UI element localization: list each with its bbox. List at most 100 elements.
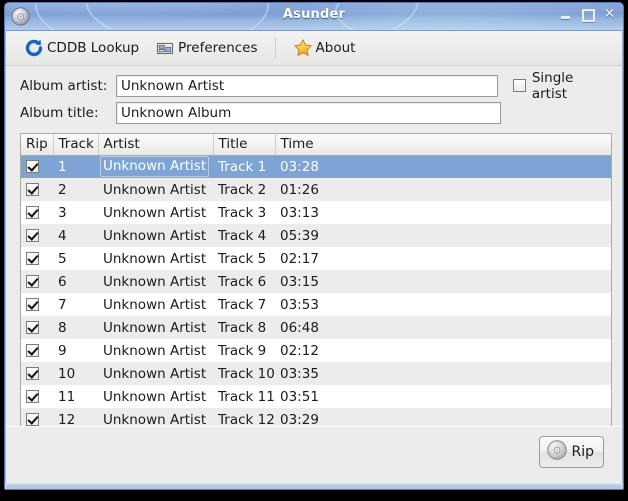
title-cell[interactable]: Track 2 (213, 178, 275, 201)
artist-cell[interactable]: Unknown Artist (98, 224, 213, 247)
track-list[interactable]: Rip Track Artist Title Time 1 Unknown Art… (20, 133, 612, 431)
artist-cell[interactable]: Unknown Artist (98, 270, 213, 293)
rip-checkbox-cell[interactable] (21, 385, 53, 408)
table-row[interactable]: 7 Unknown Artist Track 7 03:53 (21, 293, 611, 316)
rip-checkbox-cell[interactable] (21, 362, 53, 385)
artist-cell[interactable]: Unknown Artist (98, 155, 213, 178)
track-number-cell[interactable]: 2 (53, 178, 98, 201)
rip-checkbox-cell[interactable] (21, 316, 53, 339)
track-number-cell[interactable]: 6 (53, 270, 98, 293)
table-row[interactable]: 11 Unknown Artist Track 11 03:51 (21, 385, 611, 408)
artist-cell[interactable]: Unknown Artist (98, 362, 213, 385)
title-cell[interactable]: Track 6 (213, 270, 275, 293)
rip-checkbox-cell[interactable] (21, 155, 53, 178)
artist-cell[interactable]: Unknown Artist (98, 201, 213, 224)
title-cell[interactable]: Track 8 (213, 316, 275, 339)
about-label: About (315, 40, 356, 56)
title-cell[interactable]: Track 9 (213, 339, 275, 362)
title-cell[interactable]: Track 5 (213, 247, 275, 270)
cddb-lookup-button[interactable]: CDDB Lookup (18, 35, 145, 61)
column-header-rip[interactable]: Rip (21, 134, 54, 156)
track-number-cell[interactable]: 8 (53, 316, 98, 339)
artist-cell[interactable]: Unknown Artist (98, 385, 213, 408)
time-cell[interactable]: 05:39 (275, 224, 611, 247)
rip-checkbox[interactable] (26, 206, 39, 219)
title-cell[interactable]: Track 3 (213, 201, 275, 224)
window-resize-grip[interactable] (5, 484, 623, 489)
rip-checkbox[interactable] (26, 229, 39, 242)
table-row[interactable]: 1 Unknown Artist Track 1 03:28 (21, 155, 611, 178)
track-number-cell[interactable]: 3 (53, 201, 98, 224)
rip-checkbox[interactable] (26, 275, 39, 288)
table-row[interactable]: 5 Unknown Artist Track 5 02:17 (21, 247, 611, 270)
table-row[interactable]: 8 Unknown Artist Track 8 06:48 (21, 316, 611, 339)
time-cell[interactable]: 03:13 (275, 201, 611, 224)
track-number-cell[interactable]: 11 (53, 385, 98, 408)
title-cell[interactable]: Track 10 (213, 362, 275, 385)
single-artist-checkbox-box[interactable] (512, 79, 526, 92)
table-row[interactable]: 9 Unknown Artist Track 9 02:12 (21, 339, 611, 362)
table-row[interactable]: 10 Unknown Artist Track 10 03:35 (21, 362, 611, 385)
time-cell[interactable]: 03:15 (275, 270, 611, 293)
time-cell[interactable]: 03:51 (275, 385, 611, 408)
rip-button[interactable]: Rip (539, 436, 604, 468)
rip-checkbox[interactable] (26, 344, 39, 357)
rip-checkbox-cell[interactable] (21, 270, 53, 293)
column-header-track[interactable]: Track (53, 134, 99, 156)
artist-cell[interactable]: Unknown Artist (98, 178, 213, 201)
artist-cell[interactable]: Unknown Artist (98, 316, 213, 339)
time-cell[interactable]: 06:48 (275, 316, 611, 339)
rip-checkbox-cell[interactable] (21, 201, 53, 224)
column-header-artist[interactable]: Artist (98, 134, 214, 156)
track-number-cell[interactable]: 4 (53, 224, 98, 247)
rip-checkbox[interactable] (26, 390, 39, 403)
rip-checkbox-cell[interactable] (21, 224, 53, 247)
single-artist-checkbox[interactable]: Single artist (512, 70, 612, 102)
rip-checkbox-cell[interactable] (21, 178, 53, 201)
rip-checkbox[interactable] (26, 252, 39, 265)
artist-cell[interactable]: Unknown Artist (98, 339, 213, 362)
rip-checkbox-cell[interactable] (21, 247, 53, 270)
album-title-row: Album title: (20, 100, 612, 125)
title-cell[interactable]: Track 7 (213, 293, 275, 316)
table-row[interactable]: 6 Unknown Artist Track 6 03:15 (21, 270, 611, 293)
table-row[interactable]: 2 Unknown Artist Track 2 01:26 (21, 178, 611, 201)
window-titlebar[interactable]: Asunder ✕ (5, 3, 623, 31)
column-header-title[interactable]: Title (213, 134, 276, 156)
track-number-cell[interactable]: 9 (53, 339, 98, 362)
title-cell[interactable]: Track 11 (213, 385, 275, 408)
artist-cell[interactable]: Unknown Artist (98, 247, 213, 270)
album-title-input[interactable] (116, 101, 501, 124)
rip-checkbox[interactable] (26, 413, 39, 426)
time-cell[interactable]: 03:35 (275, 362, 611, 385)
track-table-header: Rip Track Artist Title Time (21, 134, 611, 156)
close-button[interactable]: ✕ (603, 7, 616, 21)
minimize-button[interactable] (559, 8, 572, 21)
rip-checkbox[interactable] (26, 367, 39, 380)
rip-checkbox-cell[interactable] (21, 339, 53, 362)
time-cell[interactable]: 01:26 (275, 178, 611, 201)
title-cell[interactable]: Track 4 (213, 224, 275, 247)
artist-cell[interactable]: Unknown Artist (98, 293, 213, 316)
track-number-cell[interactable]: 1 (53, 155, 98, 178)
track-number-cell[interactable]: 5 (53, 247, 98, 270)
about-button[interactable]: About (287, 35, 362, 61)
rip-checkbox[interactable] (26, 298, 39, 311)
album-artist-input[interactable] (116, 74, 498, 97)
maximize-button[interactable] (581, 8, 595, 22)
column-header-time[interactable]: Time (275, 134, 611, 156)
time-cell[interactable]: 02:17 (275, 247, 611, 270)
time-cell[interactable]: 03:53 (275, 293, 611, 316)
title-cell[interactable]: Track 1 (213, 155, 275, 178)
track-number-cell[interactable]: 10 (53, 362, 98, 385)
time-cell[interactable]: 02:12 (275, 339, 611, 362)
rip-checkbox[interactable] (26, 160, 39, 174)
time-cell[interactable]: 03:28 (275, 155, 611, 178)
preferences-button[interactable]: Preferences (149, 35, 263, 61)
rip-checkbox[interactable] (26, 321, 39, 334)
track-number-cell[interactable]: 7 (53, 293, 98, 316)
rip-checkbox-cell[interactable] (21, 293, 53, 316)
table-row[interactable]: 4 Unknown Artist Track 4 05:39 (21, 224, 611, 247)
table-row[interactable]: 3 Unknown Artist Track 3 03:13 (21, 201, 611, 224)
rip-checkbox[interactable] (26, 183, 39, 196)
